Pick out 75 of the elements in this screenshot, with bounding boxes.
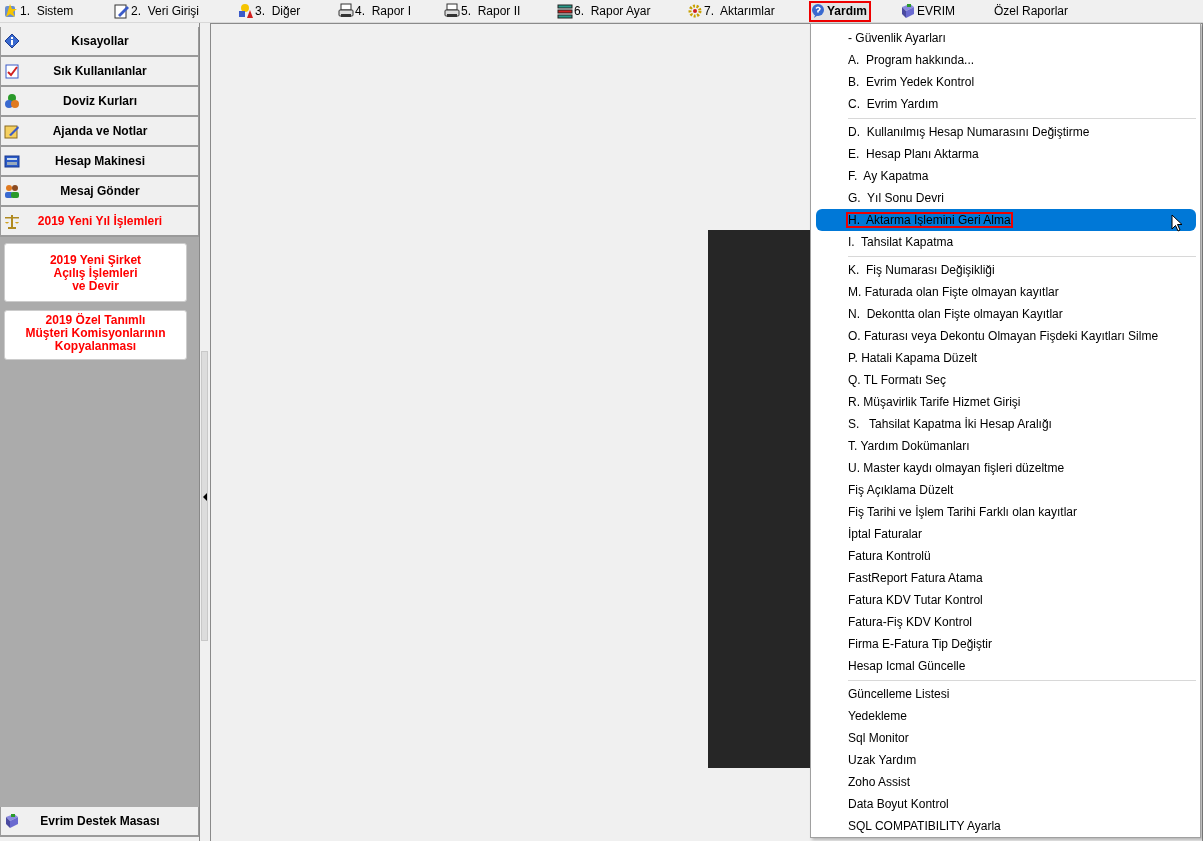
gear-icon bbox=[687, 3, 703, 19]
sidebar-item[interactable]: Hesap Makinesi bbox=[0, 147, 199, 177]
menu-item[interactable]: Data Boyut Kontrol bbox=[816, 793, 1196, 815]
menu-item[interactable]: I. Tahsilat Kapatma bbox=[816, 231, 1196, 253]
book-icon bbox=[900, 3, 916, 19]
help-icon bbox=[810, 3, 826, 19]
menu-item[interactable]: U. Master kaydı olmayan fişleri düzeltme bbox=[816, 457, 1196, 479]
menu-item[interactable]: Firma E-Fatura Tip Değiştir bbox=[816, 633, 1196, 655]
menu-item[interactable]: O. Faturası veya Dekontu Olmayan Fişdeki Kayıtları Silme bbox=[816, 325, 1196, 347]
sidebar-item[interactable]: Evrim Destek Masası bbox=[0, 807, 199, 837]
menu-item[interactable]: - Güvenlik Ayarları bbox=[816, 27, 1196, 49]
menu-bar-item[interactable]: 2. Veri Girişi bbox=[113, 0, 237, 22]
menu-bar-item[interactable]: 5. Rapor II bbox=[443, 0, 556, 22]
annotation-box bbox=[809, 0, 871, 22]
menu-item[interactable]: N. Dekontta olan Fişte olmayan Kayıtlar bbox=[816, 303, 1196, 325]
cursor-icon bbox=[1171, 214, 1183, 232]
menu-item[interactable]: M. Faturada olan Fişte olmayan kayıtlar bbox=[816, 281, 1196, 303]
shortcut-button[interactable]: 2019 Özel Tanımlı Müşteri Komisyonlarının Kopyalanması bbox=[4, 310, 187, 360]
people-icon bbox=[4, 183, 20, 199]
menu-item[interactable]: Fatura KDV Tutar Kontrol bbox=[816, 589, 1196, 611]
menu-bar-item[interactable]: EVRIM bbox=[899, 0, 993, 22]
checklist-icon bbox=[4, 63, 20, 79]
collapse-arrow-icon[interactable] bbox=[203, 493, 208, 501]
menu-item[interactable]: A. Program hakkında... bbox=[816, 49, 1196, 71]
menu-item[interactable]: Fiş Tarihi ve İşlem Tarihi Farklı olan kayıtlar bbox=[816, 501, 1196, 523]
book-icon bbox=[4, 813, 20, 829]
menu-item[interactable]: Yedekleme bbox=[816, 705, 1196, 727]
menu-bar-item[interactable]: 7. Aktarımlar bbox=[686, 0, 809, 22]
menu-bar-item[interactable]: Yardım bbox=[809, 0, 871, 22]
menu-item[interactable]: D. Kullanılmış Hesap Numarasını Değiştirme bbox=[816, 121, 1196, 143]
menu-bar-item[interactable]: Özel Raporlar bbox=[993, 0, 1072, 22]
menu-item[interactable]: S. Tahsilat Kapatma İki Hesap Aralığı bbox=[816, 413, 1196, 435]
menu-bar-item[interactable]: 6. Rapor Ayar bbox=[556, 0, 686, 22]
sidebar-item[interactable]: Doviz Kurları bbox=[0, 87, 199, 117]
menu-item[interactable]: R. Müşavirlik Tarife Hizmet Girişi bbox=[816, 391, 1196, 413]
info-icon bbox=[4, 33, 20, 49]
menu-item[interactable]: B. Evrim Yedek Kontrol bbox=[816, 71, 1196, 93]
menu-bar-item[interactable]: 1. Sistem bbox=[2, 0, 113, 22]
menu-item[interactable]: FastReport Fatura Atama bbox=[816, 567, 1196, 589]
menu-item[interactable]: İptal Faturalar bbox=[816, 523, 1196, 545]
sidebar-item[interactable]: 2019 Yeni Yıl İşlemleri bbox=[0, 207, 199, 237]
printer-icon bbox=[444, 3, 460, 19]
coins-icon bbox=[4, 93, 20, 109]
menu-bar-item[interactable]: 4. Rapor I bbox=[337, 0, 443, 22]
menu-item[interactable]: T. Yardım Dokümanları bbox=[816, 435, 1196, 457]
menu-item[interactable]: C. Evrim Yardım bbox=[816, 93, 1196, 115]
menu-item[interactable]: Uzak Yardım bbox=[816, 749, 1196, 771]
sidebar-item[interactable]: Kısayollar bbox=[0, 27, 199, 57]
menu-item[interactable]: Fatura-Fiş KDV Kontrol bbox=[816, 611, 1196, 633]
menu-item[interactable]: Fiş Açıklama Düzelt bbox=[816, 479, 1196, 501]
document-pen-icon bbox=[114, 3, 130, 19]
menu-item[interactable]: Sql Monitor bbox=[816, 727, 1196, 749]
menu-item[interactable]: G. Yıl Sonu Devri bbox=[816, 187, 1196, 209]
printer-icon bbox=[338, 3, 354, 19]
menu-bar-item[interactable]: 3. Diğer bbox=[237, 0, 337, 22]
menu-item[interactable]: SQL COMPATIBILITY Ayarla bbox=[816, 815, 1196, 837]
scales-icon bbox=[4, 213, 20, 229]
shapes-icon bbox=[238, 3, 254, 19]
menu-item[interactable]: Hesap Icmal Güncelle bbox=[816, 655, 1196, 677]
menu-item[interactable]: Fatura Kontrolü bbox=[816, 545, 1196, 567]
menu-item[interactable]: K. Fiş Numarası Değişikliği bbox=[816, 259, 1196, 281]
menu-item[interactable]: Zoho Assist bbox=[816, 771, 1196, 793]
shortcut-button[interactable]: 2019 Yeni Şirket Açılış İşlemleri ve Devir bbox=[4, 243, 187, 302]
menu-item[interactable]: Q. TL Formatı Seç bbox=[816, 369, 1196, 391]
sidebar-item[interactable]: Ajanda ve Notlar bbox=[0, 117, 199, 147]
menu-item[interactable]: F. Ay Kapatma bbox=[816, 165, 1196, 187]
sidebar-item[interactable]: Mesaj Gönder bbox=[0, 177, 199, 207]
menu-item[interactable]: H. Aktarma İşlemini Geri Alma bbox=[816, 209, 1196, 231]
menu-item[interactable]: Güncelleme Listesi bbox=[816, 683, 1196, 705]
stack-icon bbox=[557, 3, 573, 19]
menu-item[interactable]: E. Hesap Planı Aktarma bbox=[816, 143, 1196, 165]
sidebar-item[interactable]: Sık Kullanılanlar bbox=[0, 57, 199, 87]
calculator-icon bbox=[4, 153, 20, 169]
menu-item[interactable]: P. Hatali Kapama Düzelt bbox=[816, 347, 1196, 369]
notepad-icon bbox=[4, 123, 20, 139]
